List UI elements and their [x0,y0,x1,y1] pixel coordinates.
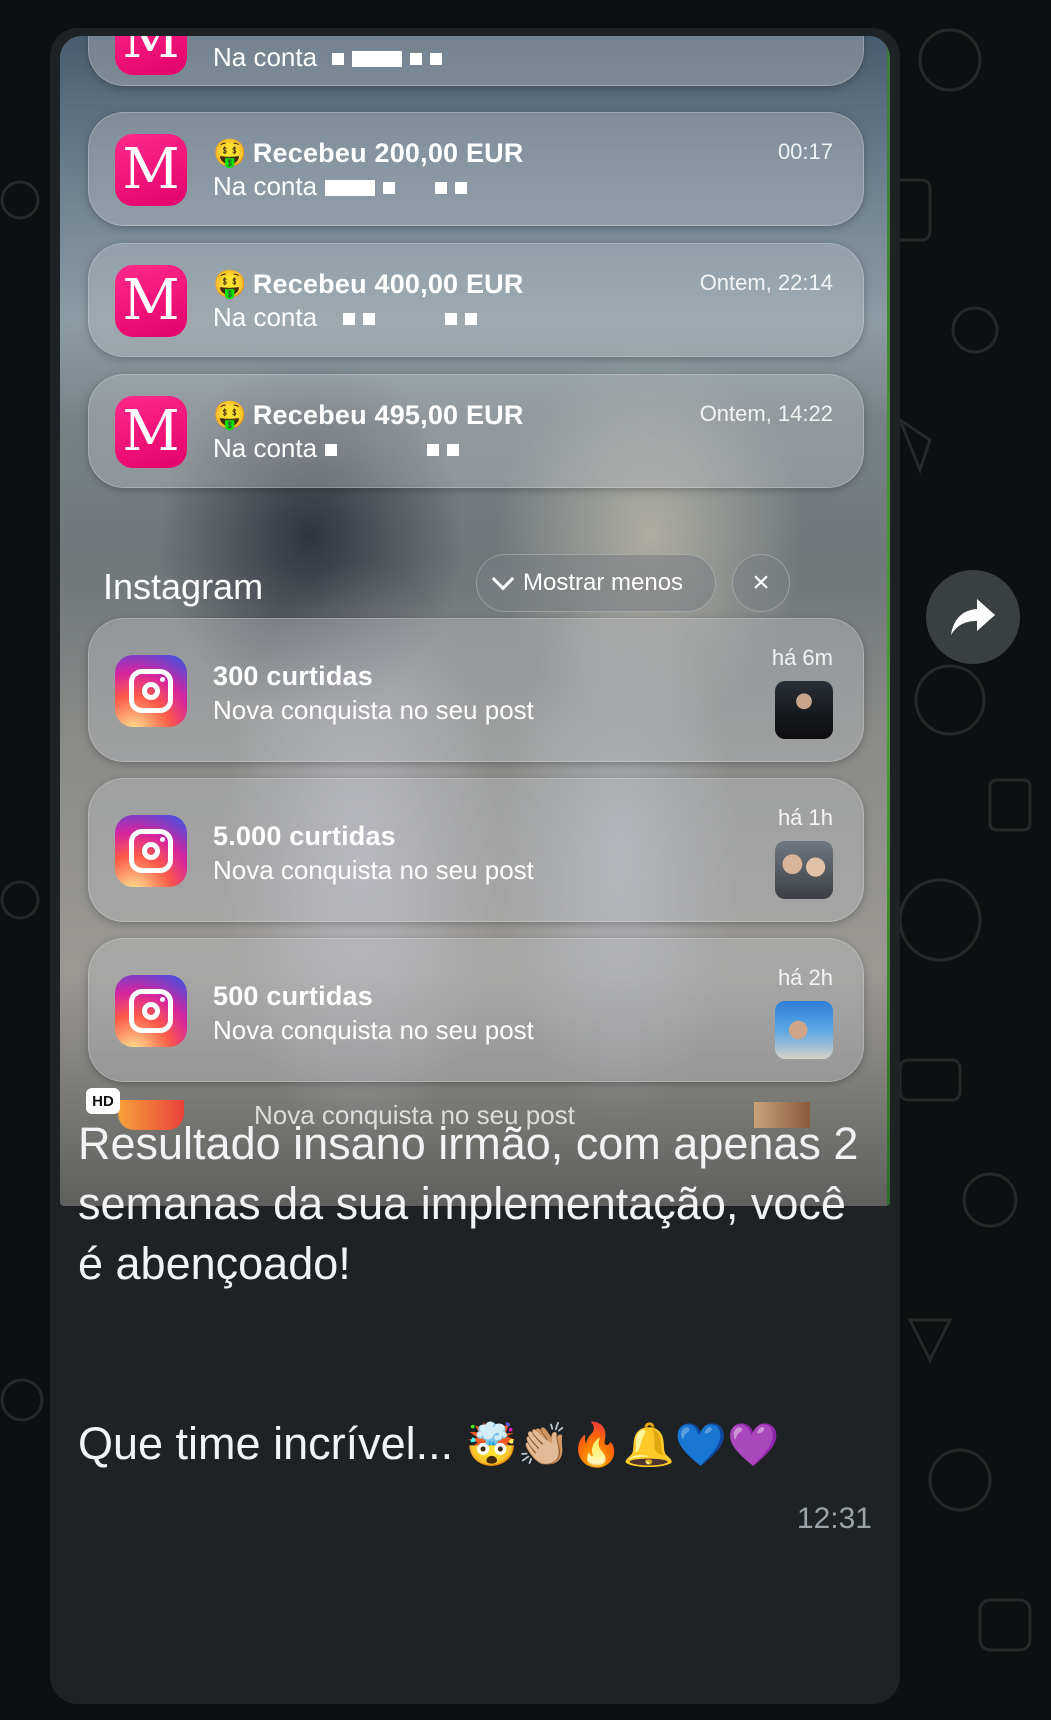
post-thumbnail [775,681,833,739]
money-face-icon: 🤑 [213,269,247,300]
hd-badge: HD [86,1088,120,1114]
notification-instagram-1: 300 curtidas Nova conquista no seu post … [88,618,864,762]
instagram-app-icon [115,975,187,1047]
notification-time: há 1h [777,805,833,830]
notification-title: Recebeu 200,00 EUR [252,138,524,168]
show-less-label: Mostrar menos [523,569,684,596]
notification-body: Nova conquista no seu post [213,695,534,725]
group-title: Instagram [103,566,264,607]
message-text: Resultado insano irmão, com apenas 2 sem… [78,1118,859,1289]
post-thumbnail [775,1001,833,1059]
notification-partial: M Na conta [88,36,864,86]
money-face-icon: 🤑 [213,400,247,431]
bank-app-icon: M [115,36,187,75]
notification-body: Na conta [213,171,318,201]
notification-title: 500 curtidas [213,981,373,1011]
notification-bank-2: M 🤑 Recebeu 400,00 EUR Na conta Ontem, 22… [88,243,864,357]
show-less-button[interactable]: Mostrar menos [476,554,716,612]
instagram-app-icon [115,815,187,887]
instagram-app-icon [115,655,187,727]
notification-time: há 2h [777,965,833,990]
bank-app-icon: M [115,134,187,206]
post-thumbnail [775,841,833,899]
notification-instagram-3: 500 curtidas Nova conquista no seu post … [88,938,864,1082]
notification-title: Recebeu 400,00 EUR [252,269,524,299]
emoji-sequence: 🤯👏🏼🔥🔔💙💜 [465,1420,780,1469]
notification-title: Recebeu 495,00 EUR [252,400,524,430]
notification-time: há 6m [771,645,833,670]
notification-body: Nova conquista no seu post [213,855,534,885]
notification-time: Ontem, 22:14 [699,270,833,295]
notification-bank-1: M 🤑 Recebeu 200,00 EUR Na conta 00:17 [88,112,864,226]
bank-app-icon: M [115,265,187,337]
attached-image[interactable]: M Na conta M 🤑 Recebeu 200,00 EUR Na cont… [60,36,890,1206]
message-bubble[interactable]: M Na conta M 🤑 Recebeu 200,00 EUR Na cont… [50,28,900,1704]
notification-bank-3: M 🤑 Recebeu 495,00 EUR Na conta Ontem, 14… [88,374,864,488]
notification-body: Na conta [213,42,318,72]
notification-instagram-2: 5.000 curtidas Nova conquista no seu pos… [88,778,864,922]
notification-time: Ontem, 14:22 [699,401,833,426]
message-text-line2: Que time incrível... 🤯👏🏼🔥🔔💙💜 [78,1414,868,1475]
money-face-icon: 🤑 [213,138,247,169]
notification-title: 300 curtidas [213,661,373,691]
forward-button[interactable] [926,570,1020,664]
forward-arrow-icon [951,599,995,635]
notification-body: Nova conquista no seu post [213,1015,534,1045]
chevron-down-icon [491,567,515,591]
notification-group-header: Instagram Mostrar menos × [60,552,890,622]
message-text-tail: Que time incrível... [78,1418,454,1469]
notification-body: Na conta [213,433,318,463]
bank-app-icon: M [115,396,187,468]
notification-title: 5.000 curtidas [213,821,396,851]
notification-time: 00:17 [777,139,833,164]
close-icon[interactable]: × [732,554,790,612]
message-timestamp: 12:31 [796,1502,872,1535]
notification-body: Na conta [213,302,318,332]
